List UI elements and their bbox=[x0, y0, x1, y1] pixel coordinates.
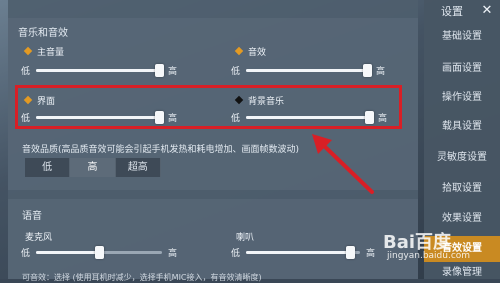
slider-thumb[interactable] bbox=[154, 64, 164, 77]
slider-mic-volume[interactable] bbox=[36, 246, 162, 259]
quality-label: 音效品质(高品质音效可能会引起手机发热和耗电增加、画面帧数波动) bbox=[22, 145, 300, 155]
sidebar-item-sensitivity[interactable]: 灵敏度设置 bbox=[424, 150, 500, 166]
quality-option-ultra[interactable]: 超高 bbox=[115, 158, 161, 177]
slider-thumb[interactable] bbox=[363, 64, 373, 77]
sidebar-item-basic[interactable]: 基础设置 bbox=[424, 29, 500, 45]
red-arrow-icon bbox=[312, 134, 374, 194]
slider-label-master: 主音量 bbox=[37, 48, 65, 58]
slider-sfx-volume[interactable] bbox=[246, 64, 373, 77]
slider-fill bbox=[36, 69, 160, 72]
sidebar-item-vehicle[interactable]: 载具设置 bbox=[424, 119, 500, 135]
sidebar-item-graphics[interactable]: 画面设置 bbox=[424, 61, 500, 77]
quality-option-high[interactable]: 高 bbox=[70, 158, 116, 177]
slider-fill bbox=[246, 69, 368, 72]
sidebar-item-pickup[interactable]: 拾取设置 bbox=[424, 181, 500, 197]
slider-master-volume[interactable] bbox=[36, 64, 164, 77]
watermark: Bai百度 jingyan.baidu.com bbox=[375, 226, 495, 266]
close-icon[interactable]: ✕ bbox=[477, 3, 497, 19]
slider-speaker-volume[interactable] bbox=[246, 246, 360, 259]
voice-bottom-text: 可音效：选择 (使用耳机时减少，选择手机MIC接入，有音效清晰度) bbox=[22, 273, 262, 282]
slider-low-label: 低 bbox=[21, 67, 31, 77]
slider-label-mic: 麦克风 bbox=[25, 233, 53, 243]
slider-fill bbox=[36, 251, 99, 254]
sidebar-header-settings: 设置 bbox=[441, 5, 463, 18]
slider-thumb[interactable] bbox=[94, 246, 104, 259]
highlight-box bbox=[15, 85, 402, 129]
slider-thumb[interactable] bbox=[346, 246, 356, 259]
slider-fill bbox=[246, 251, 351, 254]
slider-low-label: 低 bbox=[21, 249, 31, 259]
slider-label-speaker: 喇叭 bbox=[236, 233, 255, 243]
slider-high-label: 高 bbox=[366, 249, 376, 259]
slider-high-label: 高 bbox=[376, 67, 386, 77]
watermark-url: jingyan.baidu.com bbox=[387, 251, 471, 261]
slider-high-label: 高 bbox=[168, 249, 178, 259]
slider-low-label: 低 bbox=[231, 67, 241, 77]
slider-high-label: 高 bbox=[168, 67, 178, 77]
sidebar-item-effects[interactable]: 效果设置 bbox=[424, 211, 500, 227]
voice-card bbox=[8, 199, 418, 279]
section-title-music: 音乐和音效 bbox=[18, 28, 68, 39]
sidebar-item-controls[interactable]: 操作设置 bbox=[424, 90, 500, 106]
slider-label-sfx: 音效 bbox=[248, 48, 267, 58]
sidebar-item-replay[interactable]: 录像管理 bbox=[424, 266, 500, 279]
slider-low-label: 低 bbox=[231, 249, 241, 259]
section-title-voice: 语音 bbox=[22, 211, 42, 222]
quality-selector: 低 高 超高 bbox=[25, 158, 161, 177]
quality-option-low[interactable]: 低 bbox=[25, 158, 71, 177]
